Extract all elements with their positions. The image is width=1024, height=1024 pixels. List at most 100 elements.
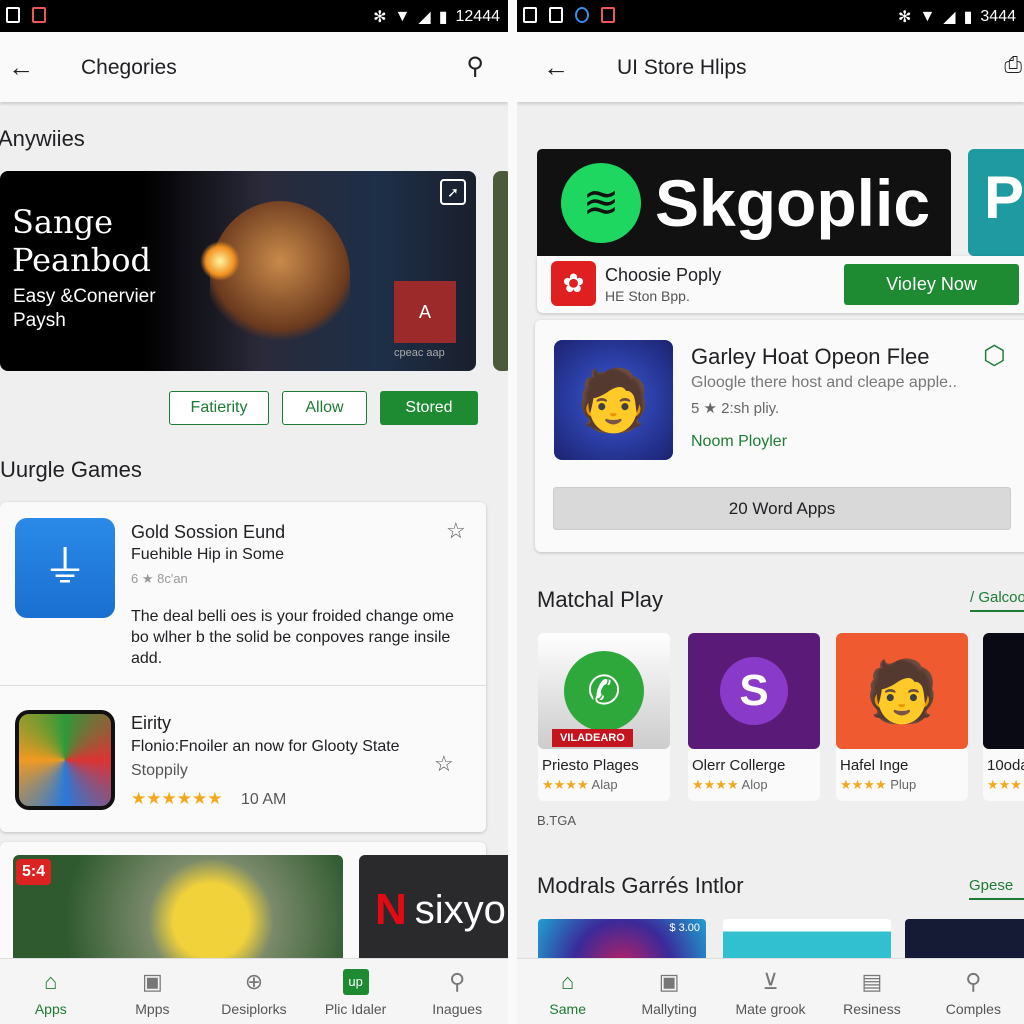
- app-notification-icon: [32, 7, 46, 23]
- app-notification-icon: [575, 7, 589, 23]
- nav-plic-idaler[interactable]: up Plic Idaler: [305, 959, 407, 1024]
- nav-label: Mallyting: [641, 1001, 697, 1017]
- up-icon: up: [342, 969, 369, 995]
- featured-banner[interactable]: Sange Peanbod Easy &Conervier Paysh ➚ A cp…: [0, 171, 476, 371]
- chip-allow[interactable]: Allow: [282, 391, 367, 425]
- status-bar: ✻ ▼ ◢ ▮ 12444: [0, 0, 508, 32]
- share-icon[interactable]: ⎙: [1004, 52, 1022, 78]
- nav-label: Resiness: [843, 1001, 901, 1017]
- tile-tag: Alop: [741, 777, 768, 792]
- game-app-icon: [15, 710, 115, 810]
- nav-label: Desiplorks: [221, 1001, 287, 1017]
- nav-label: Same: [549, 1001, 586, 1017]
- app-tile[interactable]: 🧑 Hafel Inge ★★★★ Plup: [836, 633, 968, 801]
- tile-tag: Plup: [890, 777, 917, 792]
- nav-same[interactable]: ⌂ Same: [517, 959, 618, 1024]
- app-notification-icon: [601, 7, 615, 23]
- tile-name: Hafel Inge: [840, 757, 909, 774]
- app-gear-icon: ✿: [551, 261, 596, 306]
- list-item[interactable]: ⏚ Gold Sossion Eund Fuehible Hip in Some…: [0, 502, 486, 686]
- notification-icon: [549, 7, 563, 23]
- rating-stars: ★★★★: [840, 777, 887, 792]
- app-tile[interactable]: ✆ VILADEARO Priesto Plages ★★★★ Alap: [538, 633, 670, 801]
- developer-link[interactable]: Noom Ployler: [691, 433, 787, 451]
- nav-mallyting[interactable]: ▣ Mallyting: [618, 959, 719, 1024]
- nav-mpps[interactable]: ▣ Mpps: [102, 959, 204, 1024]
- app-name: Choosie Poply: [605, 265, 722, 285]
- badge-caption: cpeac aap: [394, 347, 445, 359]
- app-name: Eirity: [131, 713, 171, 733]
- more-apps-button[interactable]: 20 Word Apps: [553, 487, 1011, 530]
- nav-label: Apps: [34, 1001, 67, 1017]
- back-arrow-icon[interactable]: ←: [543, 52, 569, 83]
- star-outline-icon[interactable]: ☆: [446, 518, 466, 544]
- nav-desiplorks[interactable]: ⊕ Desiplorks: [203, 959, 305, 1024]
- section-title: Uurgle Games: [0, 457, 142, 482]
- tile-name: Priesto Plages: [542, 757, 639, 774]
- netflix-logo: N: [375, 885, 407, 934]
- see-more-link[interactable]: Gpese: [969, 877, 1024, 900]
- banner-title: Sange: [12, 203, 114, 241]
- section-title: Anywiies: [0, 126, 85, 151]
- app-time: 10 AM: [241, 791, 287, 808]
- app-name: Gold Sossion Eund: [131, 522, 286, 542]
- nav-resiness[interactable]: ▤ Resiness: [821, 959, 922, 1024]
- banner-glow: [200, 241, 240, 281]
- next-banner-peek[interactable]: [493, 171, 508, 371]
- star-outline-icon[interactable]: ☆: [434, 751, 454, 777]
- list-item[interactable]: Eirity Flonio:Fnoiler an now for Glooty …: [0, 687, 486, 832]
- back-arrow-icon[interactable]: ←: [8, 52, 34, 83]
- right-screen: ✻ ▼ ◢ ▮ 3444 ← UI Store Hlips ⎙ ≋ Skgoplic P…: [517, 0, 1024, 1024]
- android-bookmark-icon[interactable]: ⬡: [983, 340, 1006, 371]
- chip-fatierity[interactable]: Fatierity: [169, 391, 269, 425]
- app-tile[interactable]: S Olerr Collerge ★★★★ Alop: [688, 633, 820, 801]
- app-tile[interactable]: io 10oda ★★★: [983, 633, 1024, 801]
- location-pin-icon: ⚲: [449, 969, 466, 994]
- promo-badge: 5:4: [16, 859, 52, 885]
- io-app-icon: io: [983, 633, 1024, 749]
- banner-subtitle: Paysh: [13, 310, 66, 331]
- signal-icon: ◢: [418, 9, 431, 26]
- hero-brand: Skgoplic: [655, 165, 931, 240]
- promo-card-netflix[interactable]: N sixyo: [359, 855, 508, 965]
- nav-label: Inagues: [432, 1001, 483, 1017]
- promo-card-game[interactable]: 5:4: [13, 855, 343, 965]
- page-title: Chegories: [81, 56, 177, 79]
- inbox-icon: ▣: [658, 969, 680, 994]
- nav-apps[interactable]: ⌂ Apps: [0, 959, 102, 1024]
- rating-stars: ★★★★: [542, 777, 589, 792]
- bottom-nav: ⌂ Apps ▣ Mpps ⊕ Desiplorks up Plic Idaler ⚲ I…: [0, 958, 508, 1024]
- whatsapp-icon: ✆ VILADEARO: [538, 633, 670, 749]
- app-bar: ← UI Store Hlips ⎙: [517, 32, 1024, 102]
- bottom-nav: ⌂ Same ▣ Mallyting ⊻ Mate grook ▤ Resiness ⚲…: [517, 958, 1024, 1024]
- left-screen: ✻ ▼ ◢ ▮ 12444 ← Chegories ⚲ Anywiies Sange Pe…: [0, 0, 508, 1024]
- nav-label: Comples: [945, 1001, 1001, 1017]
- banner-title: Peanbod: [12, 241, 151, 279]
- nav-comples[interactable]: ⚲ Comples: [923, 959, 1024, 1024]
- app-detail-card: 🧑 Garley Hoat Opeon Flee Gloogle there h…: [535, 320, 1024, 552]
- expand-icon[interactable]: ➚: [440, 179, 466, 205]
- vibrate-icon: ✻: [898, 9, 912, 26]
- nav-inagues[interactable]: ⚲ Inagues: [406, 959, 508, 1024]
- app-description: The deal belli oes is your froided chang…: [131, 608, 454, 667]
- avatar-app-icon: 🧑: [554, 340, 673, 460]
- chip-stored[interactable]: Stored: [380, 391, 478, 425]
- inbox-icon: ▣: [141, 969, 163, 994]
- see-more-link[interactable]: / Galcoo: [970, 589, 1024, 612]
- promo-text: sixyo: [414, 887, 506, 932]
- next-hero-peek[interactable]: P: [968, 149, 1024, 256]
- page-title: UI Store Hlips: [617, 56, 747, 79]
- app-subtitle: Fuehible Hip in Some: [131, 546, 284, 563]
- tile-banner: VILADEARO: [552, 729, 633, 747]
- location-pin-icon: ⚲: [965, 969, 982, 994]
- cta-button[interactable]: VioIey Now: [844, 264, 1019, 305]
- clock: 12444: [455, 8, 501, 25]
- section-title: Matchal Play: [537, 587, 663, 612]
- nav-label: Mpps: [135, 1001, 170, 1017]
- tile-name: 10oda: [987, 757, 1024, 774]
- spotify-hero-banner[interactable]: ≋ Skgoplic: [537, 149, 951, 256]
- nav-mate-grook[interactable]: ⊻ Mate grook: [720, 959, 821, 1024]
- badge-text: A: [418, 301, 431, 322]
- search-icon[interactable]: ⚲: [466, 52, 484, 81]
- tile-tag: Alap: [591, 777, 618, 792]
